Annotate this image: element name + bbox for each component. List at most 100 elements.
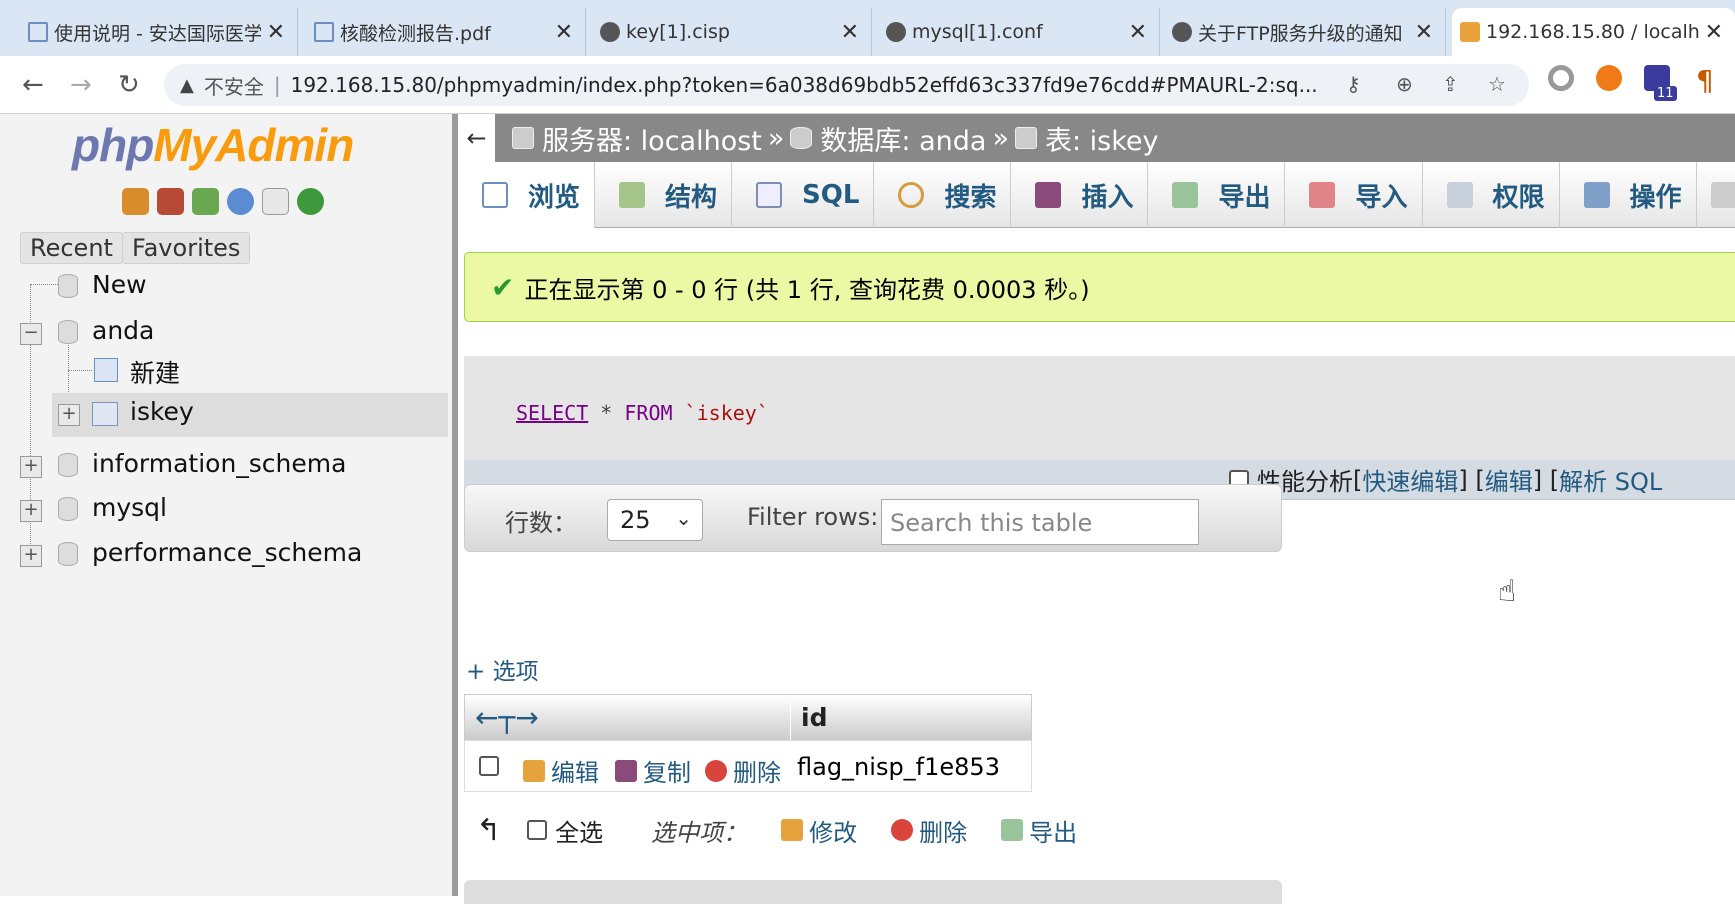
row-checkbox[interactable] bbox=[479, 756, 499, 776]
warning-icon[interactable]: ▲ bbox=[180, 75, 194, 96]
toggle-sidebar-arrow-icon[interactable]: ← bbox=[458, 114, 496, 162]
browser-tab-3[interactable]: key[1].cisp ✕ bbox=[592, 8, 872, 56]
insecure-label[interactable]: 不安全 bbox=[204, 71, 264, 100]
inline-edit-link[interactable]: 快速编辑 bbox=[1362, 462, 1458, 497]
navigation-controls-bottom bbox=[464, 880, 1282, 904]
query-window-icon[interactable] bbox=[192, 188, 219, 215]
tab-browse[interactable]: 浏览 bbox=[458, 162, 596, 228]
zoom-icon[interactable]: ⊕ bbox=[1396, 72, 1413, 96]
select-all-label[interactable]: 全选 bbox=[555, 813, 603, 848]
globe-icon bbox=[600, 22, 620, 42]
recent-button[interactable]: Recent bbox=[20, 232, 123, 264]
browser-tab-active[interactable]: 192.168.15.80 / localh ✕ bbox=[1452, 8, 1735, 56]
column-resize-arrows-icon[interactable]: ←┬→ bbox=[475, 701, 539, 734]
new-table-icon[interactable] bbox=[94, 358, 118, 382]
row-delete-link[interactable]: 删除 bbox=[705, 753, 781, 788]
row-id-value[interactable]: flag_nisp_f1e853 bbox=[797, 753, 1000, 781]
bulk-delete-button[interactable]: 删除 bbox=[891, 813, 967, 848]
favorites-button[interactable]: Favorites bbox=[122, 232, 251, 264]
help-icon[interactable] bbox=[227, 188, 254, 215]
globe-icon bbox=[886, 22, 906, 42]
home-icon[interactable] bbox=[122, 188, 149, 215]
main-panel: ← 服务器: localhost » 数据库: anda » 表: iskey … bbox=[458, 114, 1735, 904]
column-header-id[interactable]: id bbox=[801, 703, 827, 732]
close-tab-icon[interactable]: ✕ bbox=[1705, 20, 1723, 45]
filter-rows-input[interactable]: Search this table bbox=[881, 499, 1199, 545]
docs-icon[interactable] bbox=[262, 188, 289, 215]
document-icon bbox=[28, 22, 48, 42]
extension-orange-icon[interactable] bbox=[1596, 65, 1622, 91]
tab-sql[interactable]: SQL bbox=[732, 162, 875, 228]
tree-item-new[interactable]: New bbox=[92, 270, 147, 299]
close-tab-icon[interactable]: ✕ bbox=[555, 20, 573, 45]
sql-keyword-select[interactable]: SELECT bbox=[516, 401, 588, 425]
select-all-checkbox[interactable] bbox=[527, 820, 548, 840]
row-edit-link[interactable]: 编辑 bbox=[523, 753, 599, 788]
expand-icon[interactable]: + bbox=[20, 545, 42, 567]
extension-circle-icon[interactable] bbox=[1548, 65, 1574, 91]
tree-line bbox=[30, 284, 58, 285]
reload-icon[interactable]: ↻ bbox=[118, 70, 140, 100]
tree-item-performance-schema[interactable]: performance_schema bbox=[92, 538, 362, 567]
url-text[interactable]: 192.168.15.80/phpmyadmin/index.php?token… bbox=[291, 73, 1321, 97]
bulk-modify-button[interactable]: 修改 bbox=[781, 813, 857, 848]
row-copy-link[interactable]: 复制 bbox=[615, 753, 691, 788]
expand-icon[interactable]: + bbox=[20, 500, 42, 522]
reload-nav-icon[interactable] bbox=[297, 188, 324, 215]
edit-query-link[interactable]: 编辑 bbox=[1485, 462, 1533, 497]
tab-privileges[interactable]: 权限 bbox=[1423, 162, 1560, 228]
copy-icon bbox=[615, 759, 637, 782]
phpmyadmin-logo[interactable]: phpMyAdmin bbox=[72, 118, 354, 172]
tree-item-iskey[interactable]: iskey bbox=[130, 397, 194, 426]
success-message: ✔ 正在显示第 0 - 0 行 (共 1 行, 查询花费 0.0003 秒。) bbox=[464, 252, 1735, 322]
close-tab-icon[interactable]: ✕ bbox=[841, 20, 859, 45]
key-icon[interactable]: ⚷ bbox=[1346, 72, 1361, 96]
browser-tab-2[interactable]: 核酸检测报告.pdf ✕ bbox=[306, 8, 586, 56]
browser-tab-4[interactable]: mysql[1].conf ✕ bbox=[878, 8, 1160, 56]
expand-icon[interactable]: + bbox=[20, 456, 42, 478]
breadcrumb-server[interactable]: 服务器: localhost bbox=[542, 119, 762, 158]
database-icon bbox=[58, 320, 78, 344]
collapse-icon[interactable]: − bbox=[20, 323, 42, 345]
tree-item-anda-new[interactable]: 新建 bbox=[130, 354, 180, 390]
bulk-export-button[interactable]: 导出 bbox=[1001, 813, 1077, 848]
tree-item-information-schema[interactable]: information_schema bbox=[92, 449, 346, 478]
tab-structure[interactable]: 结构 bbox=[595, 162, 733, 228]
bookmark-star-icon[interactable]: ☆ bbox=[1488, 72, 1506, 96]
browser-tab-5[interactable]: 关于FTP服务升级的通知 ✕ bbox=[1164, 8, 1446, 56]
table-row: 编辑 复制 删除 flag_nisp_f1e853 bbox=[464, 740, 1032, 792]
tree-item-mysql[interactable]: mysql bbox=[92, 493, 167, 522]
logout-icon[interactable] bbox=[157, 188, 184, 215]
tab-more[interactable] bbox=[1697, 162, 1735, 228]
bulk-actions-bar: ↰ 全选 选中项： 修改 删除 导出 bbox=[476, 808, 1176, 852]
back-arrow-icon[interactable]: ← bbox=[22, 70, 44, 100]
explain-sql-link[interactable]: 解析 SQL bbox=[1559, 462, 1662, 497]
close-tab-icon[interactable]: ✕ bbox=[267, 20, 285, 45]
database-icon bbox=[58, 497, 78, 521]
omnibox[interactable]: ▲ 不安全 | 192.168.15.80/phpmyadmin/index.p… bbox=[164, 64, 1529, 106]
tab-export[interactable]: 导出 bbox=[1148, 162, 1286, 228]
tree-line bbox=[68, 370, 92, 371]
extension-pilcrow-icon[interactable]: ¶ bbox=[1696, 64, 1714, 97]
forward-arrow-icon[interactable]: → bbox=[70, 70, 92, 100]
share-icon[interactable]: ⇪ bbox=[1442, 72, 1459, 96]
tab-operations[interactable]: 操作 bbox=[1560, 162, 1697, 228]
rows-per-page-select[interactable]: 25 ⌄ bbox=[607, 499, 703, 541]
expand-icon[interactable]: + bbox=[58, 404, 80, 426]
breadcrumb-trail: 服务器: localhost » 数据库: anda » 表: iskey bbox=[512, 119, 1159, 158]
tab-insert[interactable]: 插入 bbox=[1011, 162, 1149, 228]
close-tab-icon[interactable]: ✕ bbox=[1129, 20, 1147, 45]
tab-search[interactable]: 搜索 bbox=[874, 162, 1012, 228]
close-tab-icon[interactable]: ✕ bbox=[1415, 20, 1433, 45]
tree-item-anda[interactable]: anda bbox=[92, 316, 154, 345]
tree-line bbox=[68, 345, 69, 400]
delete-icon bbox=[891, 819, 914, 841]
new-database-icon[interactable] bbox=[58, 274, 78, 298]
options-link[interactable]: + 选项 bbox=[466, 652, 539, 686]
breadcrumb-database[interactable]: 数据库: anda bbox=[820, 119, 986, 158]
browser-tab-1[interactable]: 使用说明 - 安达国际医学 ✕ bbox=[20, 8, 298, 56]
tab-import[interactable]: 导入 bbox=[1285, 162, 1423, 228]
breadcrumb-table[interactable]: 表: iskey bbox=[1045, 119, 1159, 158]
table-structure-icon[interactable] bbox=[92, 402, 118, 426]
database-icon bbox=[58, 453, 78, 477]
